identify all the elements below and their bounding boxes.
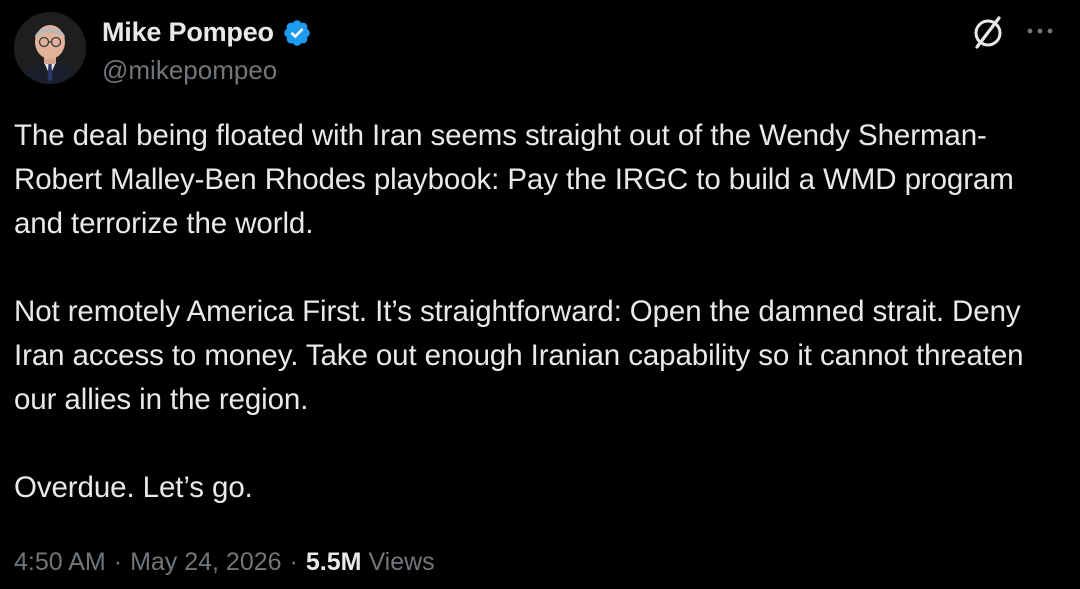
author-handle[interactable]: @mikepompeo [102, 54, 277, 86]
author-name-row: Mike Pompeo [102, 14, 312, 50]
tweet-paragraph: Not remotely America First. It’s straigh… [14, 295, 1024, 416]
tweet-text: The deal being floated with Iran seems s… [14, 114, 1064, 510]
author-display-name[interactable]: Mike Pompeo [102, 14, 274, 50]
grok-icon[interactable] [968, 12, 1008, 52]
tweet-meta: 4:50 AM · May 24, 2026 · 5.5M Views [14, 543, 435, 581]
tweet-paragraph: Overdue. Let’s go. [14, 471, 253, 504]
tweet-card: Mike Pompeo @mikepompeo The deal being f… [0, 0, 1080, 589]
meta-separator: · [289, 548, 298, 576]
tweet-date[interactable]: May 24, 2026 [130, 548, 282, 576]
avatar[interactable] [14, 12, 86, 84]
more-options-icon[interactable] [1020, 14, 1060, 50]
views-count: 5.5M [305, 548, 362, 576]
views-label: Views [368, 548, 435, 576]
meta-separator: · [113, 548, 123, 576]
tweet-time[interactable]: 4:50 AM [14, 548, 106, 576]
avatar-image [14, 12, 86, 84]
verified-badge-icon[interactable] [282, 18, 312, 48]
tweet-paragraph: The deal being floated with Iran seems s… [14, 119, 1014, 240]
